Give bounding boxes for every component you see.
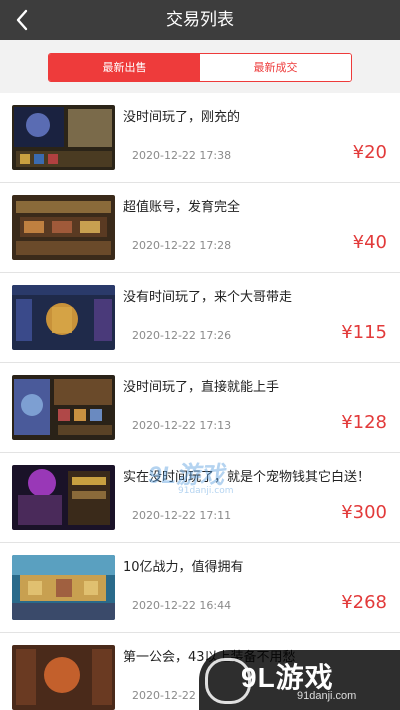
item-date: 2020-12-22 17:13 (132, 419, 232, 432)
item-date: 2020-12-22 17:26 (132, 329, 232, 342)
game-screenshot-thumbnail (12, 465, 115, 530)
item-price: ¥40 (352, 232, 387, 253)
item-title: 实在没时间玩了，就是个宠物钱其它白送！ (123, 470, 371, 485)
item-title: 没有时间玩了，来个大哥带走 (123, 290, 293, 305)
item-title: 10亿战力，值得拥有 (123, 560, 244, 575)
tab-latest-deal[interactable]: 最新成交 (200, 54, 351, 81)
list-item[interactable]: 超值账号，发育完全 2020-12-22 17:28 ¥40 (0, 183, 400, 273)
list-item[interactable]: 没时间玩了，直接就能上手 2020-12-22 17:13 ¥128 (0, 363, 400, 453)
game-screenshot-thumbnail (12, 195, 115, 260)
item-price: ¥128 (341, 412, 387, 433)
page-title: 交易列表 (166, 10, 234, 30)
item-title: 超值账号，发育完全 (123, 200, 241, 215)
item-date: 2020-12-22 (132, 689, 196, 702)
game-screenshot-thumbnail (12, 645, 115, 710)
item-date: 2020-12-22 17:38 (132, 149, 232, 162)
watermark-logo: 9L游戏 91danji.com (199, 650, 400, 710)
tab-latest-sale[interactable]: 最新出售 (49, 54, 200, 81)
list-item[interactable]: 没时间玩了，刚充的 2020-12-22 17:38 ¥20 (0, 93, 400, 183)
item-title: 没时间玩了，直接就能上手 (123, 380, 280, 395)
tab-bar: 最新出售 最新成交 (0, 40, 400, 93)
item-price: ¥300 (341, 502, 387, 523)
watermark-logo-sub: 91danji.com (297, 690, 357, 702)
item-price: ¥20 (352, 142, 387, 163)
top-bar: 交易列表 (0, 0, 400, 40)
segmented-tabs: 最新出售 最新成交 (48, 53, 352, 82)
item-price: ¥115 (341, 322, 387, 343)
item-date: 2020-12-22 17:11 (132, 509, 232, 522)
item-date: 2020-12-22 17:28 (132, 239, 232, 252)
item-title: 没时间玩了，刚充的 (123, 110, 241, 125)
list-item[interactable]: 10亿战力，值得拥有 2020-12-22 16:44 ¥268 (0, 543, 400, 633)
trade-list: 没时间玩了，刚充的 2020-12-22 17:38 ¥20 超值账号，发育完全… (0, 93, 400, 710)
game-screenshot-thumbnail (12, 105, 115, 170)
item-date: 2020-12-22 16:44 (132, 599, 232, 612)
item-price: ¥268 (341, 592, 387, 613)
game-screenshot-thumbnail (12, 555, 115, 620)
list-item[interactable]: 实在没时间玩了，就是个宠物钱其它白送！ 2020-12-22 17:11 ¥30… (0, 453, 400, 543)
list-item[interactable]: 没有时间玩了，来个大哥带走 2020-12-22 17:26 ¥115 (0, 273, 400, 363)
game-screenshot-thumbnail (12, 285, 115, 350)
game-screenshot-thumbnail (12, 375, 115, 440)
